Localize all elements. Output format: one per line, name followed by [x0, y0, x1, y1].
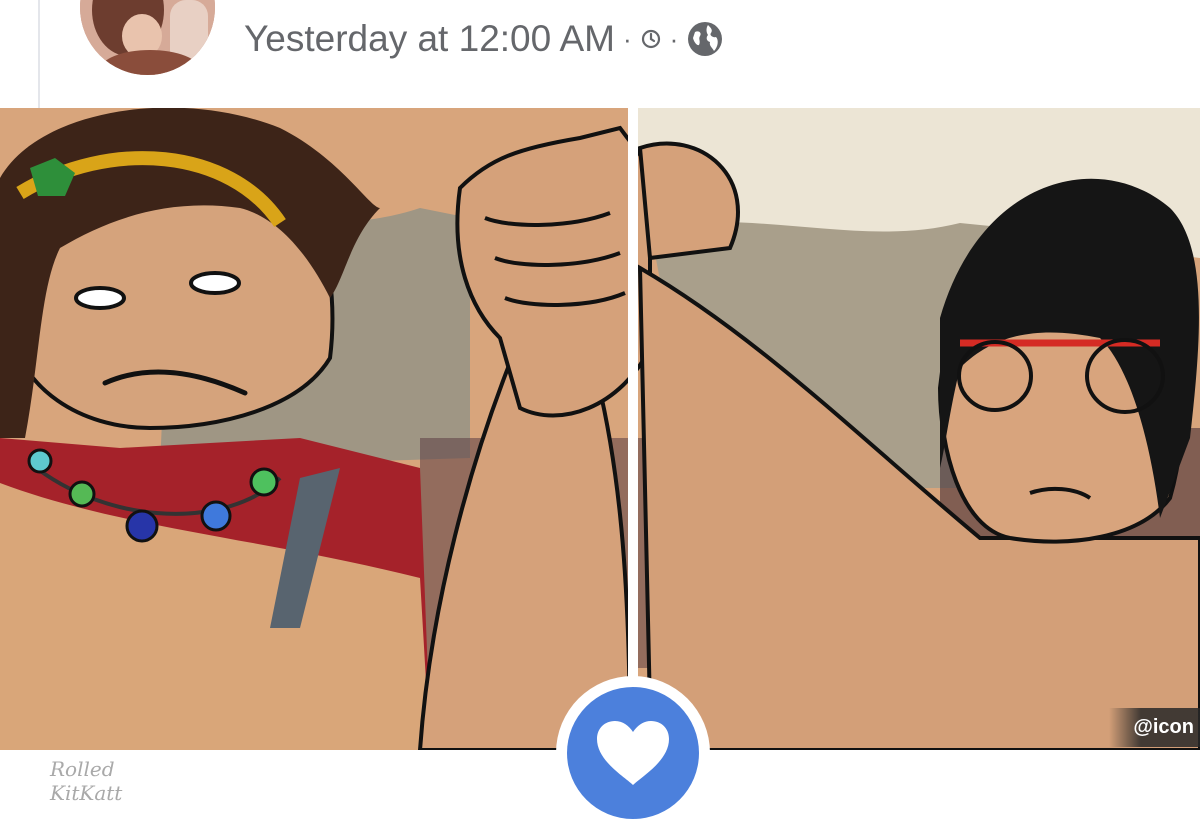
watermark-line-2: KitKatt: [50, 781, 123, 805]
watermark-line-1: Rolled: [50, 757, 115, 781]
artist-watermark: Rolled KitKatt: [50, 757, 170, 805]
post-photo[interactable]: [0, 108, 1200, 750]
photo-illustration: [0, 108, 1200, 750]
avatar[interactable]: [80, 0, 215, 75]
avatar-image: [80, 0, 215, 75]
love-reaction-button[interactable]: [556, 676, 710, 830]
globe-icon[interactable]: [686, 20, 724, 58]
love-reaction-badge: [567, 687, 699, 819]
post-timestamp[interactable]: Yesterday at 12:00 AM: [244, 18, 615, 60]
image-corner-tag: @icon: [1109, 708, 1200, 747]
clock-icon: [641, 29, 660, 49]
post-header: Yesterday at 12:00 AM · ·: [0, 0, 1200, 108]
post-meta: Yesterday at 12:00 AM · ·: [244, 14, 724, 64]
separator-dot-2: ·: [669, 23, 679, 54]
heart-icon: [597, 721, 669, 785]
separator-dot: ·: [622, 23, 632, 54]
